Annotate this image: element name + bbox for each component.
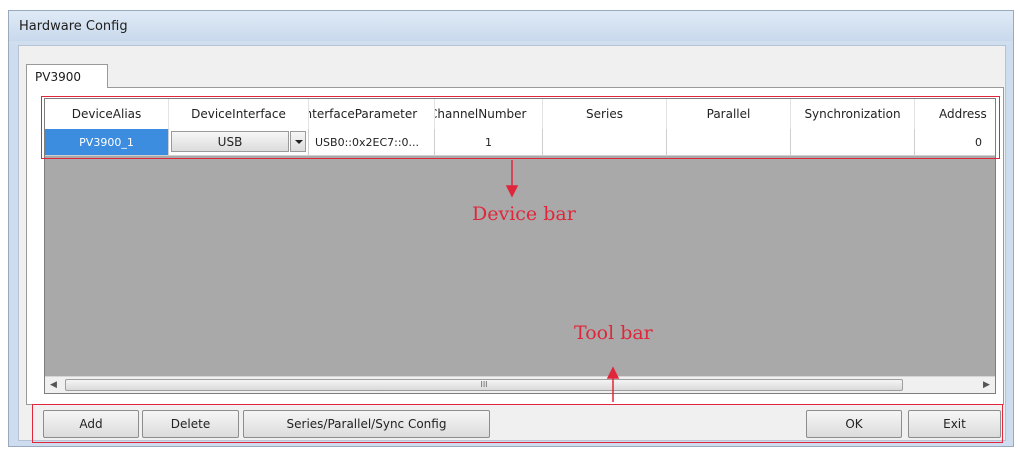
device-bar-arrow-head (505, 185, 519, 198)
tab-pv3900[interactable]: PV3900 (26, 64, 108, 88)
annotation-arrows (505, 160, 620, 402)
tab-label: PV3900 (35, 70, 81, 84)
tool-bar-arrow-head (606, 366, 620, 379)
tool-bar-label: Tool bar (574, 322, 653, 344)
device-bar-label: Device bar (472, 203, 576, 225)
